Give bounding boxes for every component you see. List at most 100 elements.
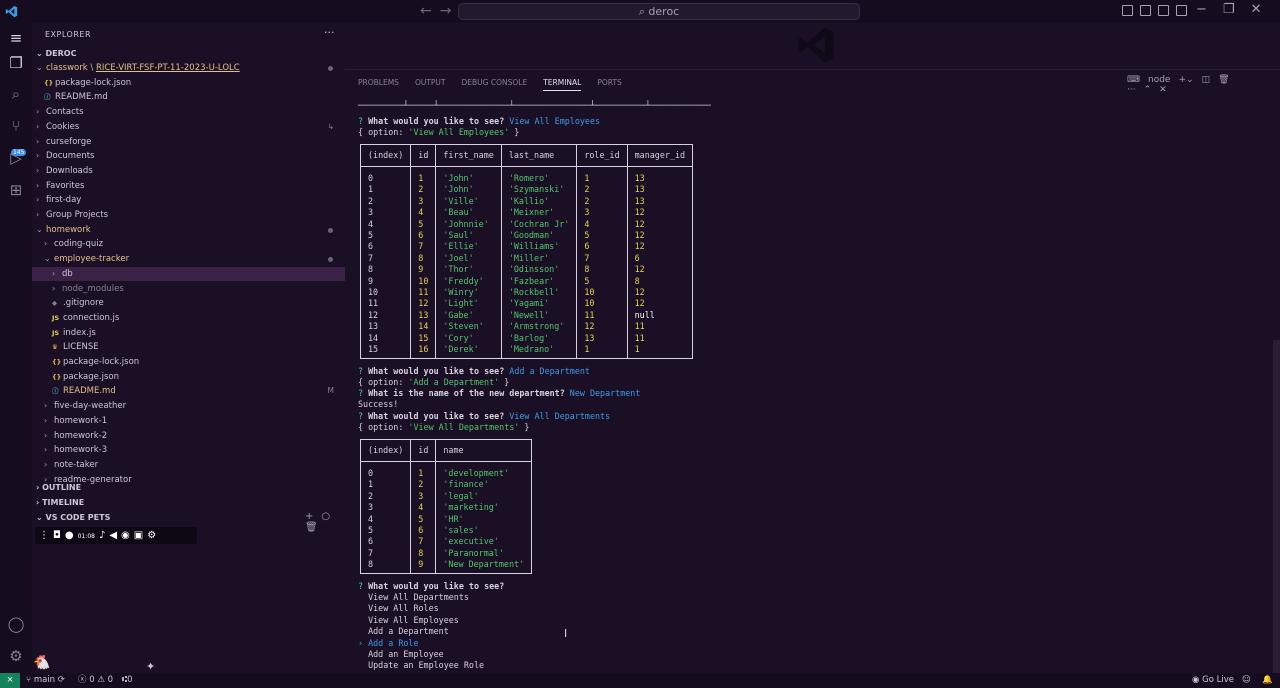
maximize-panel-icon[interactable]: ⌃: [1144, 85, 1152, 95]
remote-indicator-icon[interactable]: ⨯: [0, 673, 20, 688]
tree-item[interactable]: ♛ LICENSE: [32, 340, 345, 355]
window-icon[interactable]: ▣: [134, 527, 143, 544]
extensions-icon[interactable]: ⊞: [7, 181, 25, 199]
modified-dot-icon: [328, 66, 333, 71]
table-cell: 'Saul': [435, 230, 502, 242]
record-icon[interactable]: ●: [65, 527, 74, 544]
source-control-icon[interactable]: ⑂: [7, 117, 25, 135]
minimize-icon[interactable]: −: [1196, 2, 1207, 17]
menu-option[interactable]: Add a Department: [358, 626, 449, 637]
menu-option[interactable]: View All Employees: [358, 615, 459, 626]
forward-arrow-icon[interactable]: →: [440, 3, 452, 19]
tree-item[interactable]: JS connection.js: [32, 311, 345, 326]
toggle-panel-icon[interactable]: [1140, 5, 1151, 16]
tree-item[interactable]: › note-taker: [32, 458, 345, 473]
tree-item[interactable]: › homework-3: [32, 443, 345, 458]
outline-header[interactable]: › OUTLINE: [32, 480, 345, 495]
tree-item[interactable]: › Group Projects: [32, 208, 345, 223]
speaker-icon[interactable]: ◀: [109, 527, 117, 544]
add-pet-icon[interactable]: +: [305, 511, 313, 522]
tab-output[interactable]: OUTPUT: [415, 78, 446, 90]
table-cell: 14: [410, 321, 437, 333]
table-cell: 1: [359, 479, 412, 491]
search-icon[interactable]: ⌕: [7, 85, 25, 103]
microphone-icon[interactable]: ♪: [99, 527, 105, 544]
ports-item[interactable]: ⑆0: [122, 673, 133, 688]
webcam-icon[interactable]: ◉: [121, 527, 130, 544]
pet-sparkle-icon: ✦: [146, 660, 156, 673]
close-panel-icon[interactable]: ✕: [1159, 85, 1167, 95]
tree-item[interactable]: ⌄ employee-tracker: [32, 252, 345, 267]
tree-item[interactable]: {} package.json: [32, 370, 345, 385]
restore-icon[interactable]: ❐: [1223, 2, 1235, 17]
tree-item[interactable]: › first-day: [32, 193, 345, 208]
branch-item[interactable]: ⑂ main ⟳: [26, 673, 65, 688]
tree-item[interactable]: › db: [32, 266, 345, 282]
timeline-header[interactable]: › TIMELINE: [32, 495, 345, 510]
tree-item[interactable]: › curseforge: [32, 135, 345, 150]
remove-pet-icon[interactable]: 🗑: [305, 522, 318, 533]
tab-ports[interactable]: PORTS: [597, 78, 621, 90]
new-terminal-icon[interactable]: +⌄: [1178, 75, 1193, 85]
tree-item[interactable]: ⓘ README.md: [32, 90, 345, 105]
table-cell: 'Newell': [500, 309, 578, 322]
tree-item[interactable]: › Favorites: [32, 179, 345, 194]
tree-item[interactable]: {} package-lock.json: [32, 355, 345, 370]
tree-item[interactable]: › homework-1: [32, 414, 345, 429]
menu-option[interactable]: View All Roles: [358, 603, 439, 614]
run-debug-icon[interactable]: ▷: [7, 149, 25, 167]
tree-item[interactable]: › five-day-weather: [32, 399, 345, 414]
close-icon[interactable]: ✕: [1251, 2, 1262, 17]
tree-item[interactable]: › homework-2: [32, 429, 345, 444]
camera-icon[interactable]: ◘: [53, 527, 61, 544]
customize-layout-icon[interactable]: [1176, 5, 1187, 16]
back-arrow-icon[interactable]: ←: [420, 3, 432, 19]
menu-icon[interactable]: ≡: [7, 29, 25, 47]
workspace-header[interactable]: ⌄ DEROC: [32, 46, 345, 61]
tree-item[interactable]: ⌄ homework: [32, 223, 345, 238]
table-cell: 8: [359, 264, 412, 276]
tree-item[interactable]: › Cookies ↳: [32, 120, 345, 135]
settings-gear-icon[interactable]: ⚙: [7, 647, 25, 665]
menu-option[interactable]: Update an Employee Role: [358, 660, 484, 671]
throw-ball-icon[interactable]: ○: [321, 511, 330, 522]
tree-item[interactable]: {} package-lock.json: [32, 76, 345, 91]
feedback-icon[interactable]: ☺: [1242, 673, 1251, 688]
menu-option[interactable]: View All Departments: [358, 592, 469, 603]
tree-item[interactable]: ◆ .gitignore: [32, 296, 345, 311]
toggle-primary-sidebar-icon[interactable]: [1122, 5, 1133, 16]
tree-item[interactable]: › Contacts: [32, 105, 345, 120]
split-terminal-icon[interactable]: ◫: [1202, 75, 1211, 85]
branch-icon: ⑂: [26, 675, 34, 685]
mouse-cursor-icon: I: [564, 627, 568, 640]
explorer-icon[interactable]: ❐: [7, 54, 25, 72]
more-actions-icon[interactable]: ···: [324, 26, 335, 39]
status-bar: ⨯ ⑂ main ⟳ ⓧ 0 ⚠ 0 ⑆0 ◉ Go Live ☺ 🔔: [0, 673, 1280, 688]
tab-problems[interactable]: PROBLEMS: [358, 78, 399, 90]
kill-terminal-icon[interactable]: 🗑: [1218, 75, 1229, 85]
table-cell: 2: [410, 479, 437, 491]
go-live-button[interactable]: ◉ Go Live: [1192, 673, 1234, 688]
pet-chicken-icon[interactable]: 🐔: [33, 655, 50, 671]
tree-item[interactable]: › node_modules: [32, 282, 345, 297]
tree-item[interactable]: JS index.js: [32, 326, 345, 341]
notifications-bell-icon[interactable]: 🔔: [1262, 673, 1273, 688]
menu-option[interactable]: › Add a Role: [358, 638, 419, 649]
shell-name[interactable]: node: [1148, 75, 1170, 85]
tree-item[interactable]: › Documents: [32, 149, 345, 164]
tree-item[interactable]: ⌄ classwork \ RICE-VIRT-FSF-PT-11-2023-U-…: [32, 61, 345, 76]
terminal-scrollbar[interactable]: [1273, 340, 1280, 673]
tab-debug-console[interactable]: DEBUG CONSOLE: [462, 78, 528, 90]
tab-terminal[interactable]: TERMINAL: [543, 78, 582, 91]
toggle-secondary-sidebar-icon[interactable]: [1158, 5, 1169, 16]
settings-icon[interactable]: ⚙: [147, 527, 156, 544]
table-cell: 7: [359, 252, 412, 265]
account-icon[interactable]: ◯: [7, 615, 25, 633]
menu-option[interactable]: Add an Employee: [358, 649, 444, 660]
tree-item[interactable]: ⓘ README.md M: [32, 384, 345, 399]
command-center-search[interactable]: ⌕ deroc: [458, 3, 860, 20]
tree-item[interactable]: › coding-quiz: [32, 237, 345, 252]
more-icon[interactable]: ···: [1127, 85, 1136, 95]
tree-item[interactable]: › Downloads: [32, 164, 345, 179]
problems-item[interactable]: ⓧ 0 ⚠ 0: [78, 673, 113, 688]
